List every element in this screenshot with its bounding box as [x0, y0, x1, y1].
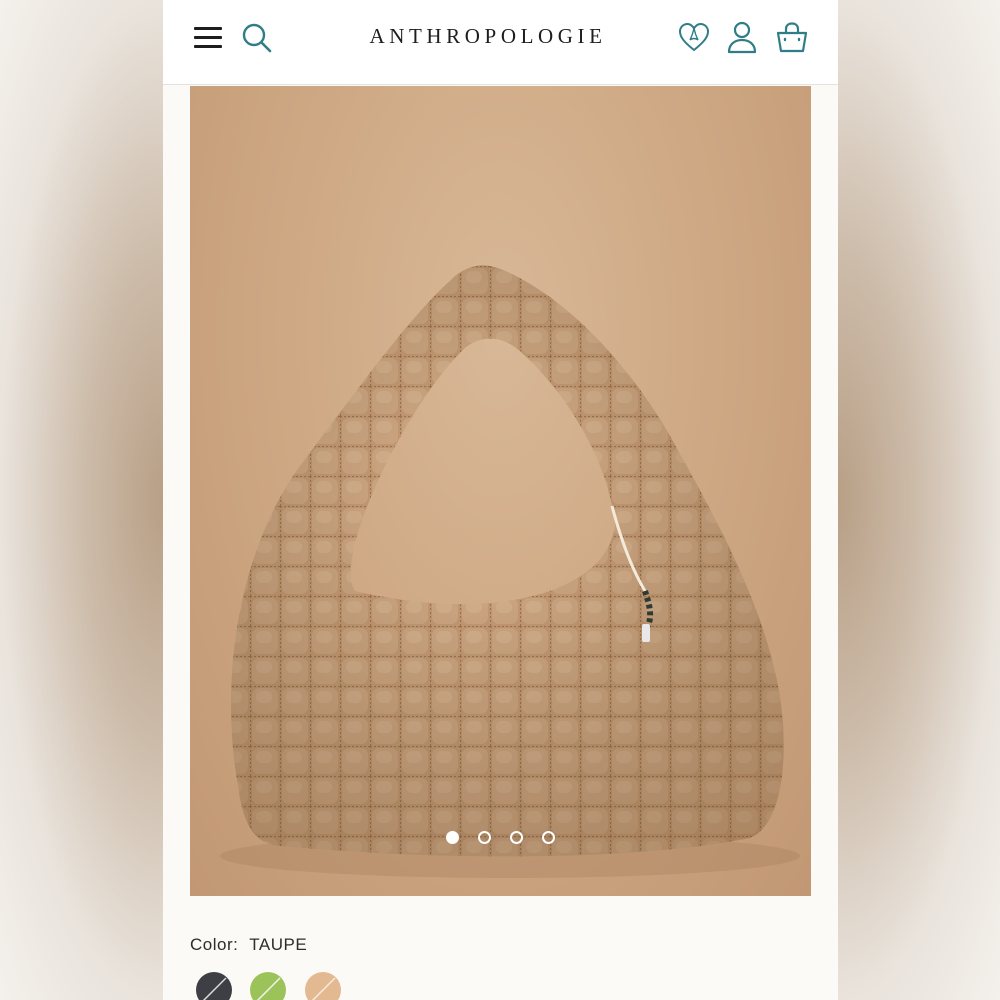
site-header: ANTHROPOLOGIE	[163, 0, 838, 85]
user-icon[interactable]	[726, 20, 758, 54]
heart-icon[interactable]	[677, 20, 711, 54]
product-image	[220, 265, 800, 878]
carousel-dot-4[interactable]	[542, 831, 555, 844]
carousel-dot-2[interactable]	[478, 831, 491, 844]
background-blur-right	[837, 0, 1000, 1000]
swatch-taupe[interactable]	[305, 972, 341, 1000]
color-label: Color:	[190, 935, 239, 954]
product-image-carousel[interactable]	[190, 86, 811, 896]
swatch-strike-icon	[202, 977, 227, 1000]
brand-logo[interactable]: ANTHROPOLOGIE	[353, 24, 623, 49]
swatch-lime[interactable]	[250, 972, 286, 1000]
bag-icon[interactable]	[775, 20, 809, 54]
menu-icon[interactable]	[194, 25, 222, 49]
swatch-strike-icon	[311, 977, 336, 1000]
background-blur-left	[0, 0, 163, 1000]
carousel-dot-1[interactable]	[446, 831, 459, 844]
color-selection-label: Color: TAUPE	[190, 935, 307, 955]
color-value: TAUPE	[249, 935, 308, 954]
swatch-strike-icon	[256, 977, 281, 1000]
carousel-dot-3[interactable]	[510, 831, 523, 844]
carousel-dots	[440, 831, 560, 851]
mobile-page: ANTHROPOLOGIE Color: TAUPE	[163, 0, 838, 1000]
swatch-charcoal[interactable]	[196, 972, 232, 1000]
search-icon[interactable]	[241, 22, 273, 54]
